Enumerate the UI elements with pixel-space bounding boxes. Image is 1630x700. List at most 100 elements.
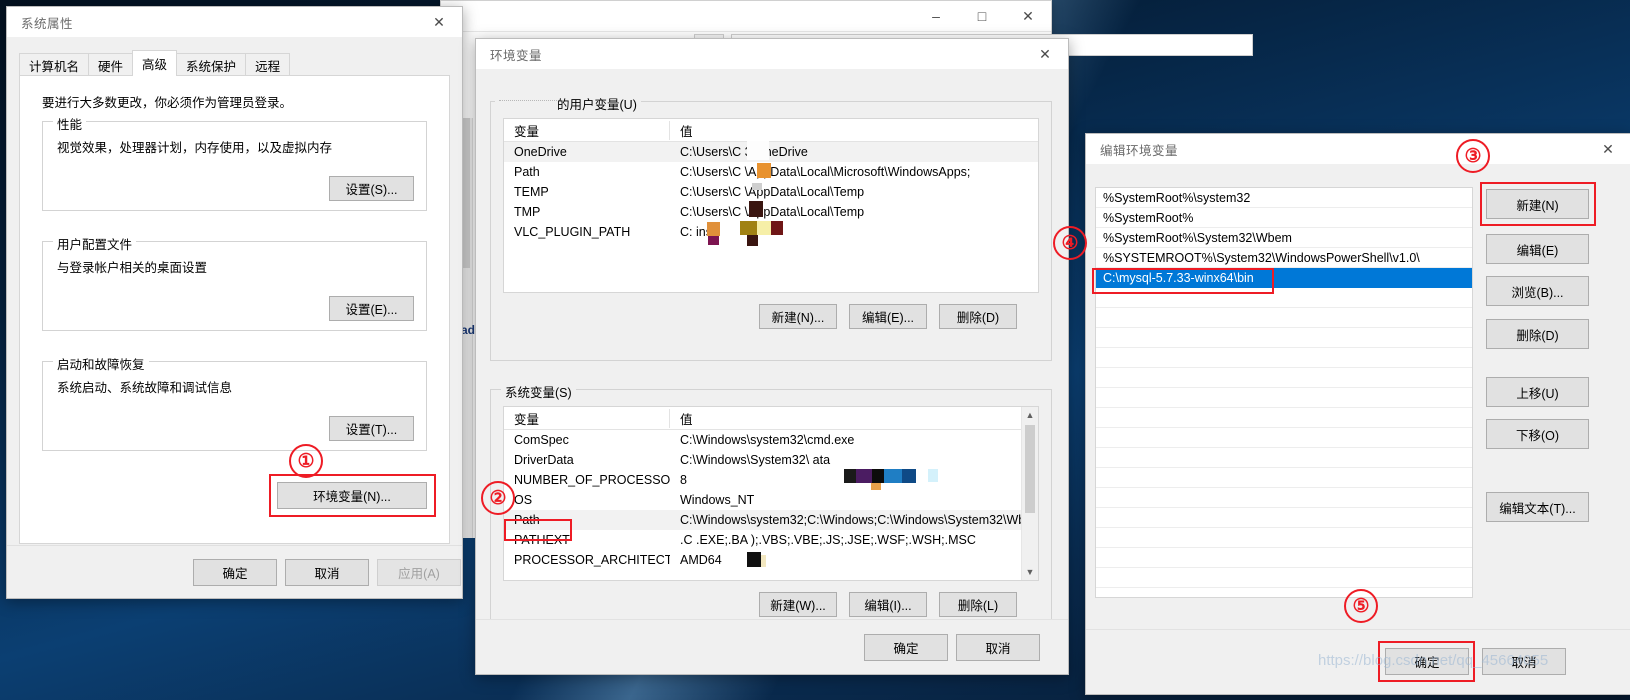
environment-variables-window[interactable]: 环境变量 ✕ 的用户变量(U) 变量 值 OneDrive C:\Users\C… — [475, 38, 1069, 675]
tab-computer-name[interactable]: 计算机名 — [19, 53, 90, 76]
table-row[interactable]: NUMBER_OF_PROCESSORS 8 — [504, 470, 1038, 490]
table-row[interactable]: PATHEXT .C .EXE;.BA );.VBS;.VBE;.JS;.JSE… — [504, 530, 1038, 550]
env-cancel-button[interactable]: 取消 — [956, 634, 1040, 661]
scroll-down-icon[interactable]: ▼ — [1022, 564, 1038, 580]
system-properties-tabs[interactable]: 计算机名 硬件 高级 系统保护 远程 — [19, 50, 291, 76]
list-item[interactable]: %SystemRoot% — [1096, 208, 1472, 228]
apply-button: 应用(A) — [377, 559, 461, 586]
edit-text-button[interactable]: 编辑文本(T)... — [1486, 492, 1589, 522]
system-variables-table[interactable]: 变量 值 ComSpec C:\Windows\system32\cmd.exe… — [503, 406, 1039, 581]
table-row[interactable]: TEMP C:\Users\C \AppData\Local\Temp — [504, 182, 1038, 202]
system-properties-titlebar[interactable]: 系统属性 ✕ — [7, 7, 462, 37]
new-button[interactable]: 新建(N) — [1486, 189, 1589, 219]
tab-advanced[interactable]: 高级 — [132, 50, 178, 76]
system-delete-button[interactable]: 删除(L) — [939, 592, 1017, 617]
group-startup-recovery-label: 启动和故障恢复 — [53, 354, 149, 373]
move-down-button[interactable]: 下移(O) — [1486, 419, 1589, 449]
close-icon[interactable]: ✕ — [1585, 134, 1630, 164]
system-properties-window[interactable]: 系统属性 ✕ 计算机名 硬件 高级 系统保护 远程 要进行大多数更改，你必须作为… — [6, 6, 463, 599]
system-new-button[interactable]: 新建(W)... — [759, 592, 837, 617]
user-profiles-settings-button[interactable]: 设置(E)... — [329, 296, 414, 321]
list-item-empty[interactable] — [1096, 508, 1472, 528]
edit-env-titlebar[interactable]: 编辑环境变量 ✕ — [1086, 134, 1630, 164]
path-entries-list[interactable]: %SystemRoot%\system32 %SystemRoot% %Syst… — [1095, 187, 1473, 598]
redaction-block — [872, 469, 884, 483]
list-item[interactable]: %SystemRoot%\system32 — [1096, 188, 1472, 208]
environment-variables-button[interactable]: 环境变量(N)... — [277, 482, 427, 509]
list-item-empty[interactable] — [1096, 528, 1472, 548]
table-row[interactable]: Path C:\Windows\system32;C:\Windows;C:\W… — [504, 510, 1038, 530]
list-item-empty[interactable] — [1096, 328, 1472, 348]
close-icon[interactable]: ✕ — [1005, 1, 1051, 31]
group-user-variables: 的用户变量(U) 变量 值 OneDrive C:\Users\C 3\OneD… — [490, 94, 1052, 361]
edit-button[interactable]: 编辑(E) — [1486, 234, 1589, 264]
list-item-empty[interactable] — [1096, 568, 1472, 588]
system-variables-scrollbar[interactable]: ▲ ▼ — [1021, 407, 1038, 580]
user-variables-table[interactable]: 变量 值 OneDrive C:\Users\C 3\OneDrive Path… — [503, 118, 1039, 293]
table-row[interactable]: PROCESSOR_ARCHITECT... AMD64 — [504, 550, 1038, 570]
system-variables-table-header: 变量 值 — [504, 407, 1038, 430]
cell-variable: NUMBER_OF_PROCESSORS — [514, 473, 670, 487]
table-row[interactable]: OS Windows_NT — [504, 490, 1038, 510]
browse-button[interactable]: 浏览(B)... — [1486, 276, 1589, 306]
system-edit-button[interactable]: 编辑(I)... — [849, 592, 927, 617]
group-performance-desc: 视觉效果，处理器计划，内存使用，以及虚拟内存 — [57, 141, 333, 155]
environment-variables-titlebar[interactable]: 环境变量 ✕ — [476, 39, 1068, 69]
list-item-empty[interactable] — [1096, 388, 1472, 408]
cancel-button[interactable]: 取消 — [285, 559, 369, 586]
group-user-profiles-label: 用户配置文件 — [53, 234, 137, 253]
close-icon[interactable]: ✕ — [416, 7, 462, 37]
cell-variable: PATHEXT — [514, 533, 570, 547]
list-item-empty[interactable] — [1096, 448, 1472, 468]
startup-recovery-settings-button[interactable]: 设置(T)... — [329, 416, 414, 441]
list-item-empty[interactable] — [1096, 548, 1472, 568]
list-item-empty[interactable] — [1096, 288, 1472, 308]
list-item-empty[interactable] — [1096, 468, 1472, 488]
scroll-up-icon[interactable]: ▲ — [1022, 407, 1038, 423]
group-performance-label: 性能 — [53, 114, 87, 133]
tab-remote[interactable]: 远程 — [245, 53, 291, 76]
list-item-empty[interactable] — [1096, 408, 1472, 428]
list-item-selected[interactable]: C:\mysql-5.7.33-winx64\bin — [1096, 268, 1472, 288]
performance-settings-button[interactable]: 设置(S)... — [329, 176, 414, 201]
list-item[interactable]: %SystemRoot%\System32\Wbem — [1096, 228, 1472, 248]
user-edit-button[interactable]: 编辑(E)... — [849, 304, 927, 329]
group-performance: 性能 视觉效果，处理器计划，内存使用，以及虚拟内存 设置(S)... — [42, 114, 427, 211]
move-up-button[interactable]: 上移(U) — [1486, 377, 1589, 407]
column-header-value: 值 — [680, 412, 693, 427]
tab-hardware[interactable]: 硬件 — [88, 53, 134, 76]
redaction-block — [747, 141, 769, 160]
list-item[interactable]: %SYSTEMROOT%\System32\WindowsPowerShell\… — [1096, 248, 1472, 268]
redaction-block — [902, 469, 916, 483]
table-row[interactable]: OneDrive C:\Users\C 3\OneDrive — [504, 142, 1038, 162]
redaction-block — [747, 552, 761, 567]
list-item-empty[interactable] — [1096, 428, 1472, 448]
cell-value: .C .EXE;.BA );.VBS;.VBE;.JS;.JSE;.WSF;.W… — [680, 533, 976, 547]
list-item-empty[interactable] — [1096, 488, 1472, 508]
table-row[interactable]: ComSpec C:\Windows\system32\cmd.exe — [504, 430, 1038, 450]
group-user-profiles-desc: 与登录帐户相关的桌面设置 — [57, 261, 208, 275]
env-ok-button[interactable]: 确定 — [864, 634, 948, 661]
list-item-empty[interactable] — [1096, 348, 1472, 368]
table-row[interactable]: Path C:\Users\C \AppData\Local\Microsoft… — [504, 162, 1038, 182]
ok-button[interactable]: 确定 — [193, 559, 277, 586]
user-new-button[interactable]: 新建(N)... — [759, 304, 837, 329]
tab-system-protection[interactable]: 系统保护 — [176, 53, 247, 76]
redaction-block — [747, 235, 758, 246]
edit-environment-variable-window[interactable]: 编辑环境变量 ✕ %SystemRoot%\system32 %SystemRo… — [1053, 133, 1630, 695]
group-system-variables-label: 系统变量(S) — [501, 382, 576, 401]
redaction-block — [844, 469, 856, 483]
scroll-thumb[interactable] — [1025, 425, 1035, 513]
list-item-empty[interactable] — [1096, 308, 1472, 328]
redaction-block — [884, 469, 902, 483]
minimize-icon[interactable]: – — [913, 1, 959, 31]
table-row[interactable]: TMP C:\Users\C \AppData\Local\Temp — [504, 202, 1038, 222]
table-row[interactable]: DriverData C:\Windows\System32\ ata — [504, 450, 1038, 470]
group-startup-recovery-desc: 系统启动、系统故障和调试信息 — [57, 381, 233, 395]
list-item-empty[interactable] — [1096, 368, 1472, 388]
maximize-icon[interactable]: □ — [959, 1, 1005, 31]
delete-button[interactable]: 删除(D) — [1486, 319, 1589, 349]
user-delete-button[interactable]: 删除(D) — [939, 304, 1017, 329]
annotation-marker-2: ② — [481, 481, 515, 515]
close-icon[interactable]: ✕ — [1022, 39, 1068, 69]
